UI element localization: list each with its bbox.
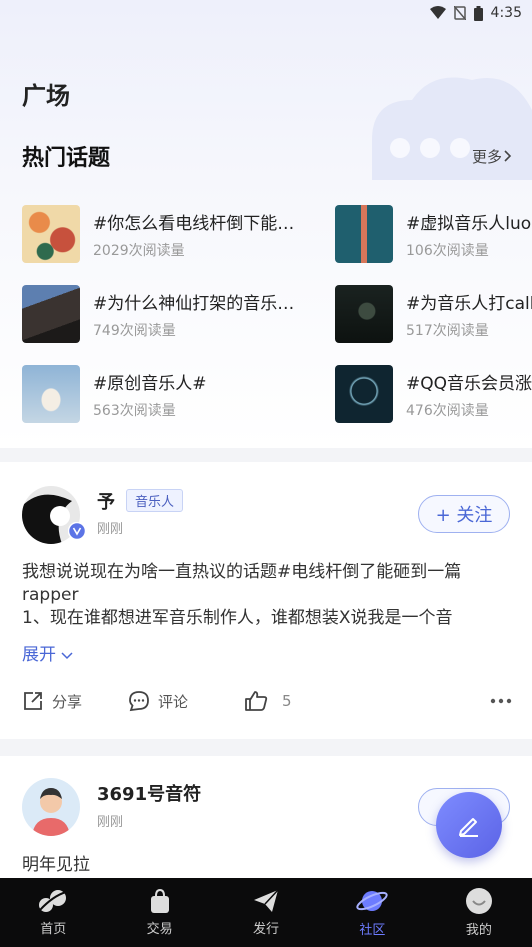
battery-icon <box>473 5 483 21</box>
post-actions: 分享 评论 5 <box>22 690 512 714</box>
topic-item[interactable]: #你怎么看电线杆倒下能… 2029次阅读量 <box>22 205 322 263</box>
more-topics-link[interactable]: 更多 <box>472 146 512 167</box>
post-text-line: 明年见拉 <box>22 855 90 875</box>
nav-label: 交易 <box>146 922 173 937</box>
topic-name: #你怎么看电线杆倒下能… <box>93 213 295 234</box>
topic-reads: 749次阅读量 <box>93 322 176 339</box>
more-options-icon[interactable] <box>490 698 512 704</box>
follow-button[interactable]: + 关注 <box>418 495 510 533</box>
topic-name: #虚拟音乐人luo <box>406 213 532 234</box>
page-title: 广场 <box>22 82 70 110</box>
nav-trade[interactable]: 交易 <box>106 878 212 947</box>
nav-label: 发行 <box>253 922 280 937</box>
comment-icon <box>129 691 149 712</box>
topic-reads: 563次阅读量 <box>93 402 176 419</box>
post-text-line: 我想说说现在为啥一直热议的话题#电线杆倒了能砸到一篇 <box>22 562 462 582</box>
nav-label: 我的 <box>465 923 492 938</box>
like-button[interactable]: 5 <box>244 690 292 712</box>
post-text-line: 1、现在谁都想进军音乐制作人，谁都想装X说我是一个音 <box>22 608 453 628</box>
chevron-down-icon <box>61 652 73 660</box>
planet-icon <box>356 891 389 911</box>
edit-pencil-icon <box>459 818 478 837</box>
share-button[interactable]: 分享 <box>22 690 82 712</box>
more-label: 更多 <box>471 147 502 166</box>
topic-thumbnail <box>22 285 80 343</box>
share-label: 分享 <box>52 692 83 711</box>
home-icon <box>39 890 67 912</box>
post-time: 刚刚 <box>97 522 124 537</box>
expand-label: 展开 <box>22 645 56 665</box>
topic-name: #为什么神仙打架的音乐… <box>93 293 295 314</box>
thumbs-up-icon <box>245 691 268 711</box>
compose-button[interactable] <box>436 792 502 858</box>
topic-thumbnail <box>335 205 393 263</box>
author-name[interactable]: 3691号音符 <box>97 780 201 806</box>
expand-link[interactable]: 展开 <box>22 640 73 665</box>
post-card: 予 音乐人 刚刚 + 关注 我想说说现在为啥一直热议的话题#电线杆倒了能砸到一篇… <box>0 462 532 739</box>
topic-item[interactable]: #为音乐人打call 517次阅读量 <box>335 285 532 343</box>
topic-thumbnail <box>335 285 393 343</box>
topic-item[interactable]: #虚拟音乐人luo 106次阅读量 <box>335 205 532 263</box>
wifi-icon <box>429 6 446 19</box>
shopping-bag-icon <box>150 888 169 913</box>
share-icon <box>24 692 42 710</box>
no-sim-icon <box>453 6 466 20</box>
status-bar: 4:35 <box>0 0 532 26</box>
topic-reads: 517次阅读量 <box>406 322 489 339</box>
verified-icon <box>68 522 86 540</box>
topic-thumbnail <box>22 365 80 423</box>
nav-community[interactable]: 社区 <box>319 878 425 947</box>
status-time: 4:35 <box>490 5 522 21</box>
smile-face-icon <box>465 888 492 914</box>
bottom-nav: 首页 交易 发行 社区 我的 <box>0 878 532 947</box>
avatar-image <box>22 778 80 836</box>
avatar[interactable] <box>22 778 80 836</box>
post-text-line: rapper <box>22 585 79 605</box>
topic-reads: 106次阅读量 <box>406 242 489 259</box>
topic-item[interactable]: #原创音乐人# 563次阅读量 <box>22 365 322 423</box>
topic-item[interactable]: #为什么神仙打架的音乐… 749次阅读量 <box>22 285 322 343</box>
nav-label: 社区 <box>359 923 386 938</box>
topic-name: #为音乐人打call <box>406 293 532 314</box>
nav-publish[interactable]: 发行 <box>213 878 319 947</box>
hot-topics-header: 热门话题 更多 <box>22 140 512 172</box>
topic-name: #原创音乐人# <box>93 373 207 394</box>
post-time: 刚刚 <box>97 815 124 830</box>
like-count: 5 <box>282 692 292 710</box>
nav-profile[interactable]: 我的 <box>426 878 532 947</box>
post-content[interactable]: 明年见拉 <box>22 854 512 877</box>
topic-reads: 2029次阅读量 <box>93 242 185 259</box>
chevron-right-icon <box>504 150 512 162</box>
comment-button[interactable]: 评论 <box>128 690 188 712</box>
nav-home[interactable]: 首页 <box>0 878 106 947</box>
topic-thumbnail <box>22 205 80 263</box>
comment-label: 评论 <box>158 692 189 711</box>
musician-badge: 音乐人 <box>126 489 184 512</box>
paper-plane-icon <box>254 889 279 912</box>
topic-reads: 476次阅读量 <box>406 402 489 419</box>
nav-label: 首页 <box>40 922 67 937</box>
post-content[interactable]: 我想说说现在为啥一直热议的话题#电线杆倒了能砸到一篇 rapper 1、现在谁都… <box>22 561 512 630</box>
topic-item[interactable]: #QQ音乐会员涨 476次阅读量 <box>335 365 532 423</box>
topic-name: #QQ音乐会员涨 <box>406 373 532 394</box>
hot-topics-title: 热门话题 <box>22 146 111 171</box>
author-name[interactable]: 予 <box>97 488 115 514</box>
topic-thumbnail <box>335 365 393 423</box>
